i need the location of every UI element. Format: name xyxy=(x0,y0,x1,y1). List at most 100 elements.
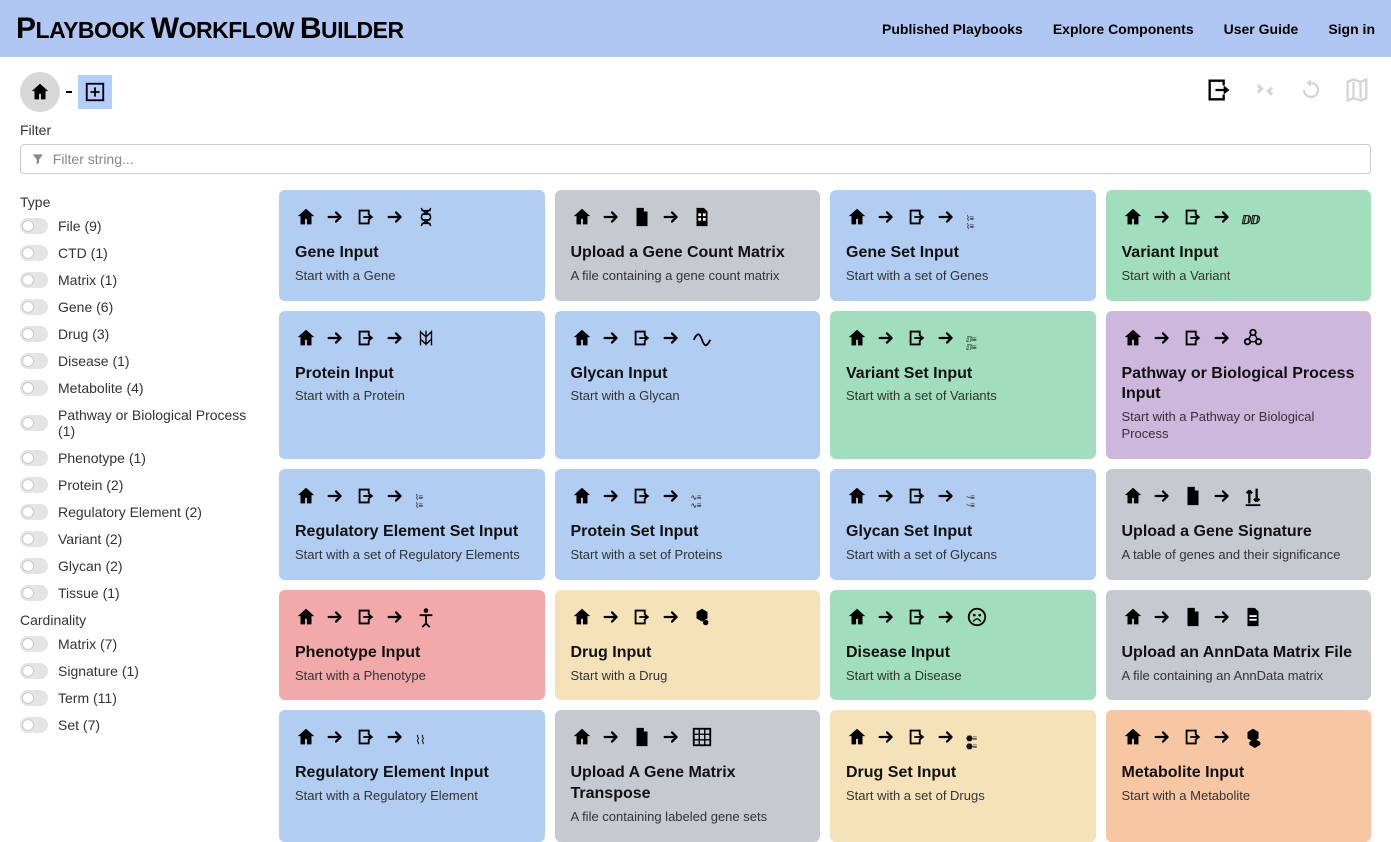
component-card[interactable]: ⬣≡⬣≡ Drug Set Input Start with a set of … xyxy=(830,710,1096,841)
card-icon-row: ⬣≡⬣≡ xyxy=(846,726,1080,753)
toggle-switch[interactable] xyxy=(20,663,48,679)
card-description: Start with a set of Proteins xyxy=(571,547,805,564)
card-icon-row xyxy=(1122,327,1356,354)
variant-icon: ⅅⅅ xyxy=(1242,211,1260,229)
toggle-switch[interactable] xyxy=(20,380,48,396)
filter-toggle[interactable]: Tissue (1) xyxy=(20,585,255,601)
workflow-add-node[interactable] xyxy=(78,75,112,109)
component-card[interactable]: Metabolite Input Start with a Metabolite xyxy=(1106,710,1372,841)
component-card[interactable]: ⌇⌇ Regulatory Element Input Start with a… xyxy=(279,710,545,841)
toggle-switch[interactable] xyxy=(20,558,48,574)
canvas-toolbar xyxy=(0,57,1391,122)
nav-published[interactable]: Published Playbooks xyxy=(882,21,1023,37)
arrow-icon xyxy=(1212,726,1234,753)
home-icon xyxy=(1122,485,1144,512)
component-card[interactable]: ⅅ≡ⅅ≡ Variant Set Input Start with a set … xyxy=(830,311,1096,459)
filter-toggle[interactable]: Variant (2) xyxy=(20,531,255,547)
toggle-label: Phenotype (1) xyxy=(58,450,146,466)
filter-toggle[interactable]: Regulatory Element (2) xyxy=(20,504,255,520)
toggle-switch[interactable] xyxy=(20,353,48,369)
map-icon xyxy=(1343,76,1371,104)
home-icon xyxy=(29,81,51,103)
toggle-label: Term (11) xyxy=(58,690,117,706)
toggle-switch[interactable] xyxy=(20,245,48,261)
card-title: Drug Input xyxy=(571,643,805,664)
arrow-icon xyxy=(385,327,407,354)
arrow-icon xyxy=(601,327,623,354)
component-card[interactable]: Gene Input Start with a Gene xyxy=(279,190,545,301)
component-card[interactable]: Phenotype Input Start with a Phenotype xyxy=(279,590,545,701)
component-card[interactable]: ⌇≡⌇≡ Regulatory Element Set Input Start … xyxy=(279,469,545,580)
filter-toggle[interactable]: Glycan (2) xyxy=(20,558,255,574)
component-card[interactable]: Drug Input Start with a Drug xyxy=(555,590,821,701)
filter-toggle[interactable]: Matrix (1) xyxy=(20,272,255,288)
filter-toggle[interactable]: Matrix (7) xyxy=(20,636,255,652)
card-description: Start with a Regulatory Element xyxy=(295,788,529,805)
component-card[interactable]: ⌇≡⌇≡ Gene Set Input Start with a set of … xyxy=(830,190,1096,301)
card-title: Metabolite Input xyxy=(1122,763,1356,784)
toggle-switch[interactable] xyxy=(20,531,48,547)
component-card[interactable]: Upload a Gene Count Matrix A file contai… xyxy=(555,190,821,301)
toggle-switch[interactable] xyxy=(20,585,48,601)
arrow-icon xyxy=(936,206,958,233)
input-icon xyxy=(631,327,653,354)
input-icon xyxy=(355,485,377,512)
card-title: Regulatory Element Input xyxy=(295,763,529,784)
cardinality-filter-list: Matrix (7) Signature (1) Term (11) Set (7) xyxy=(20,636,255,733)
component-card[interactable]: Upload A Gene Matrix Transpose A file co… xyxy=(555,710,821,841)
toggle-switch[interactable] xyxy=(20,504,48,520)
component-card[interactable]: ⅅⅅ Variant Input Start with a Variant xyxy=(1106,190,1372,301)
card-description: Start with a Pathway or Biological Proce… xyxy=(1122,409,1356,443)
filter-input-container[interactable] xyxy=(20,144,1371,174)
filter-toggle[interactable]: Signature (1) xyxy=(20,663,255,679)
toggle-switch[interactable] xyxy=(20,690,48,706)
filter-toggle[interactable]: Drug (3) xyxy=(20,326,255,342)
component-card[interactable]: Upload a Gene Signature A table of genes… xyxy=(1106,469,1372,580)
nav-explore[interactable]: Explore Components xyxy=(1053,21,1194,37)
arrow-icon xyxy=(325,726,347,753)
regulatory-icon: ⌇⌇ xyxy=(415,731,425,749)
filter-toggle[interactable]: Pathway or Biological Process (1) xyxy=(20,407,255,439)
home-icon xyxy=(1122,206,1144,233)
toggle-switch[interactable] xyxy=(20,717,48,733)
filter-toggle[interactable]: Disease (1) xyxy=(20,353,255,369)
toggle-switch[interactable] xyxy=(20,299,48,315)
component-card[interactable]: Pathway or Biological Process Input Star… xyxy=(1106,311,1372,459)
filter-toggle[interactable]: File (9) xyxy=(20,218,255,234)
toggle-switch[interactable] xyxy=(20,218,48,234)
import-button[interactable] xyxy=(1205,76,1233,109)
component-card[interactable]: ∿≡∿≡ Protein Set Input Start with a set … xyxy=(555,469,821,580)
arrow-icon xyxy=(601,485,623,512)
filter-toggle[interactable]: Term (11) xyxy=(20,690,255,706)
toggle-switch[interactable] xyxy=(20,415,48,431)
filter-toggle[interactable]: Metabolite (4) xyxy=(20,380,255,396)
component-card[interactable]: Protein Input Start with a Protein xyxy=(279,311,545,459)
card-description: Start with a Drug xyxy=(571,668,805,685)
filter-toggle[interactable]: Set (7) xyxy=(20,717,255,733)
filter-toggle[interactable]: Phenotype (1) xyxy=(20,450,255,466)
filter-input[interactable] xyxy=(53,151,1360,167)
home-icon xyxy=(846,606,868,633)
arrow-icon xyxy=(601,606,623,633)
arrow-icon xyxy=(1212,206,1234,233)
workflow-home-node[interactable] xyxy=(20,72,60,112)
input-icon xyxy=(355,327,377,354)
toggle-switch[interactable] xyxy=(20,272,48,288)
filter-toggle[interactable]: Gene (6) xyxy=(20,299,255,315)
toggle-switch[interactable] xyxy=(20,636,48,652)
toggle-switch[interactable] xyxy=(20,477,48,493)
filter-toggle[interactable]: CTD (1) xyxy=(20,245,255,261)
toggle-switch[interactable] xyxy=(20,326,48,342)
card-icon-row xyxy=(1122,606,1356,633)
card-description: A file containing labeled gene sets xyxy=(571,809,805,826)
nav-guide[interactable]: User Guide xyxy=(1224,21,1299,37)
card-icon-row: ⌇≡⌇≡ xyxy=(846,206,1080,233)
file-icon xyxy=(1182,485,1204,512)
component-card[interactable]: Glycan Input Start with a Glycan xyxy=(555,311,821,459)
component-card[interactable]: Disease Input Start with a Disease xyxy=(830,590,1096,701)
component-card[interactable]: ~≡~≡ Glycan Set Input Start with a set o… xyxy=(830,469,1096,580)
component-card[interactable]: Upload an AnnData Matrix File A file con… xyxy=(1106,590,1372,701)
filter-toggle[interactable]: Protein (2) xyxy=(20,477,255,493)
toggle-switch[interactable] xyxy=(20,450,48,466)
nav-signin[interactable]: Sign in xyxy=(1328,21,1375,37)
